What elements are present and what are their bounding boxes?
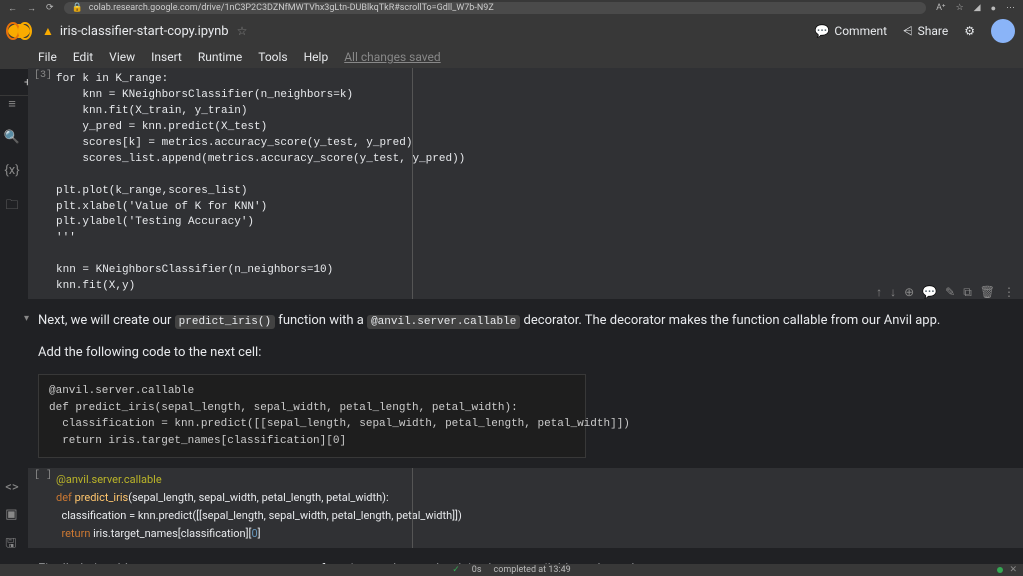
fav-icon[interactable]: ☆ [956,3,964,14]
move-down-icon[interactable]: ↓ [890,285,896,300]
menu-view[interactable]: View [109,50,135,64]
back-icon[interactable]: ← [8,3,17,14]
text-1a: Next, we will create our [38,313,175,328]
colab-logo-icon[interactable] [8,24,30,38]
share-icon: ⩤ [903,24,913,39]
menu-tools[interactable]: Tools [258,50,287,64]
forward-icon[interactable]: → [27,3,36,14]
cell-prompt: [ ] [34,470,52,481]
status-close-icon[interactable]: ✕ [1009,565,1017,575]
status-bar: ✓ 0s completed at 13:49 ✕ [0,564,1023,576]
link-icon[interactable]: ⊕ [904,285,914,300]
left-sidebar: ≡ 🔍 {x} 🗀 <> ▣ 🖫 [0,96,24,564]
reload-icon[interactable]: ⟳ [46,3,54,14]
comment-icon: 💬 [814,24,829,38]
status-completed: completed at 13:49 [493,565,570,575]
text-1-p2: Add the following code to the next cell: [38,343,1015,363]
section-chevron-icon[interactable]: ▾ [24,313,29,324]
status-time: 0s [472,565,482,575]
text-1b: function with a [275,313,367,328]
gear-icon[interactable]: ⚙ [964,24,975,38]
code-icon[interactable]: <> [5,480,18,495]
menu-insert[interactable]: Insert [151,50,182,64]
menu-file[interactable]: File [38,50,57,64]
ext-icon[interactable]: ◢ [974,3,981,14]
variables-icon[interactable]: {x} [4,163,19,178]
lock-icon: 🔒 [72,3,83,13]
menu-runtime[interactable]: Runtime [198,50,242,64]
inline-code-1: predict_iris() [175,315,275,329]
move-up-icon[interactable]: ↑ [876,285,882,300]
text-1c: decorator. The decorator makes the funct… [520,313,940,328]
browser-actions: A⁺ ☆ ◢ ● ⋯ [936,3,1015,14]
code-content[interactable]: for k in K_range: knn = KNeighborsClassi… [28,68,1023,299]
toc-icon[interactable]: ≡ [8,96,16,112]
read-icon[interactable]: A⁺ [936,3,946,14]
main-content: [3] for k in K_range: knn = KNeighborsCl… [24,68,1023,564]
search-icon[interactable]: 🔍 [4,130,20,145]
share-label: Share [918,24,949,38]
message-icon[interactable]: 💬 [922,285,937,300]
code-cell-2[interactable]: [ ] @anvil.server.callable def predict_i… [28,468,1023,548]
more-icon[interactable]: ⋮ [1003,285,1015,300]
edit-icon[interactable]: ✎ [945,285,955,300]
delete-icon[interactable]: 🗑 [980,285,995,300]
text-cell-2[interactable]: ▾ Finally, let's add anvil.server.wait_f… [28,552,1023,564]
header-actions: 💬 Comment ⩤ Share ⚙ [814,19,1015,43]
nav-arrows: ← → ⟳ [8,3,54,14]
cell-prompt: [3] [34,70,52,81]
status-dot-icon [997,567,1003,573]
comment-button[interactable]: 💬 Comment [814,24,887,38]
code-cell-1[interactable]: [3] for k in K_range: knn = KNeighborsCl… [28,68,1023,299]
cell-toolbar: ↑ ↓ ⊕ 💬 ✎ ⧉ 🗑 ⋮ [876,285,1015,300]
status-check-icon: ✓ [452,565,460,575]
comment-label: Comment [834,24,887,38]
profile-icon[interactable]: ● [991,3,996,14]
document-title[interactable]: iris-classifier-start-copy.ipynb [60,24,229,39]
terminal-icon[interactable]: ▣ [5,507,18,522]
save-icon[interactable]: 🖫 [5,534,18,556]
menu-help[interactable]: Help [304,50,329,64]
menu-bar: File Edit View Insert Runtime Tools Help… [0,46,1023,68]
files-icon[interactable]: 🗀 [5,196,18,218]
changes-saved[interactable]: All changes saved [344,50,440,64]
star-icon[interactable]: ☆ [237,24,248,38]
url-text: colab.research.google.com/drive/1nC3P2C3… [89,3,494,13]
colab-header: ▲ iris-classifier-start-copy.ipynb ☆ 💬 C… [0,16,1023,46]
share-button[interactable]: ⩤ Share [903,24,948,39]
browser-bar: ← → ⟳ 🔒 colab.research.google.com/drive/… [0,0,1023,16]
menu-icon[interactable]: ⋯ [1006,3,1015,14]
avatar[interactable] [991,19,1015,43]
drive-icon: ▲ [42,24,54,38]
menu-edit[interactable]: Edit [73,50,93,64]
text-cell-1[interactable]: ↑ ↓ ⊕ 💬 ✎ ⧉ 🗑 ⋮ ▾ Next, we will create o… [28,303,1023,370]
inline-code-2: @anvil.server.callable [367,315,520,329]
markdown-code-block: @anvil.server.callable def predict_iris(… [38,374,586,458]
address-bar[interactable]: 🔒 colab.research.google.com/drive/1nC3P2… [64,2,927,14]
mirror-icon[interactable]: ⧉ [963,285,972,300]
code-content[interactable]: @anvil.server.callable def predict_iris(… [28,468,1023,548]
